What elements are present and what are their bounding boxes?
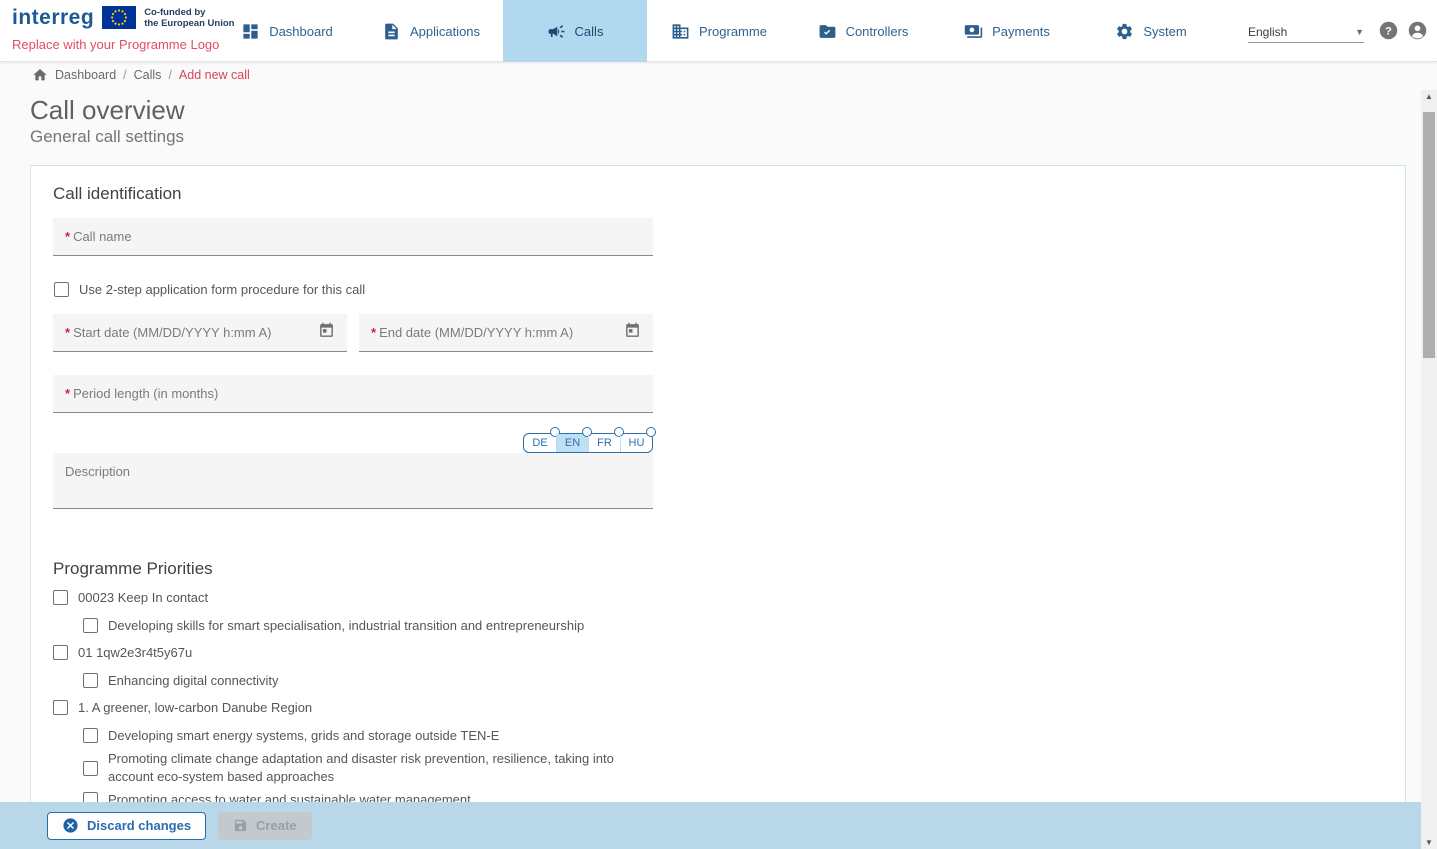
nav-item-applications[interactable]: Applications [359, 0, 503, 62]
nav-item-system[interactable]: System [1079, 0, 1223, 62]
priority-row[interactable]: 01 1qw2e3r4t5y67u [53, 644, 1405, 662]
date-fields-row: *Start date (MM/DD/YYYY h:mm A) *End dat… [53, 314, 1405, 352]
call-name-field[interactable]: *Call name [53, 218, 653, 256]
breadcrumb: Dashboard / Calls / Add new call [32, 67, 250, 83]
system-icon [1115, 22, 1134, 41]
page-subtitle: General call settings [30, 127, 184, 147]
priority-sub-row[interactable]: Developing skills for smart specialisati… [83, 617, 1405, 635]
controllers-icon [818, 22, 837, 41]
priority-checkbox[interactable] [83, 728, 98, 743]
priority-checkbox[interactable] [53, 645, 68, 660]
create-button[interactable]: Create [218, 812, 311, 840]
breadcrumb-add-new-call: Add new call [179, 68, 250, 82]
call-settings-card: Call identification *Call name Use 2-ste… [30, 165, 1406, 803]
breadcrumb-dashboard[interactable]: Dashboard [55, 68, 116, 82]
priority-checkbox[interactable] [53, 700, 68, 715]
svg-text:?: ? [1385, 25, 1392, 37]
priority-checkbox[interactable] [53, 590, 68, 605]
priority-row[interactable]: 00023 Keep In contact [53, 589, 1405, 607]
replace-logo-text: Replace with your Programme Logo [12, 37, 234, 52]
priority-sub-row[interactable]: Developing smart energy systems, grids a… [83, 727, 1405, 745]
priority-checkbox[interactable] [83, 673, 98, 688]
scroll-up-arrow[interactable]: ▲ [1421, 92, 1437, 101]
lang-tab-fr[interactable]: FR [588, 434, 620, 452]
nav-item-controllers[interactable]: Controllers [791, 0, 935, 62]
lang-status-badge [646, 427, 656, 437]
lang-tab-hu[interactable]: HU [620, 434, 652, 452]
priority-checkbox[interactable] [83, 761, 98, 776]
start-date-field[interactable]: *Start date (MM/DD/YYYY h:mm A) [53, 314, 347, 352]
two-step-checkbox[interactable] [54, 282, 69, 297]
help-icon[interactable]: ? [1378, 20, 1399, 41]
vertical-scrollbar[interactable]: ▲ ▼ [1421, 90, 1437, 849]
chevron-down-icon: ▼ [1355, 27, 1364, 37]
nav-item-calls[interactable]: Calls [503, 0, 647, 62]
section-call-identification: Call identification [53, 184, 1405, 204]
top-navigation-bar: interreg Co-funded by the European Union… [0, 0, 1437, 62]
nav-item-programme[interactable]: Programme [647, 0, 791, 62]
programme-icon [671, 22, 690, 41]
home-icon[interactable] [32, 67, 48, 83]
nav-item-payments[interactable]: Payments [935, 0, 1079, 62]
scrollbar-thumb[interactable] [1423, 112, 1435, 358]
end-date-field[interactable]: *End date (MM/DD/YYYY h:mm A) [359, 314, 653, 352]
save-icon [233, 818, 248, 833]
account-icon[interactable] [1407, 20, 1428, 41]
payments-icon [964, 22, 983, 41]
dashboard-icon [241, 22, 260, 41]
language-tabs: DE EN FR HU [523, 433, 653, 453]
description-language-tabs-row: DE EN FR HU [53, 433, 653, 453]
section-programme-priorities: Programme Priorities [53, 559, 1405, 579]
priority-sub-row[interactable]: Enhancing digital connectivity [83, 672, 1405, 690]
action-bar: Discard changes Create [0, 802, 1421, 849]
description-field[interactable]: Description [53, 453, 653, 509]
language-selector[interactable]: English ▼ [1248, 21, 1364, 43]
main-nav: Dashboard Applications Calls Programme C… [215, 0, 1223, 62]
nav-item-dashboard[interactable]: Dashboard [215, 0, 359, 62]
page-title: Call overview [30, 95, 185, 126]
discard-changes-button[interactable]: Discard changes [47, 812, 206, 840]
lang-tab-de[interactable]: DE [524, 434, 556, 452]
priority-row[interactable]: 1. A greener, low-carbon Danube Region [53, 699, 1405, 717]
applications-icon [382, 22, 401, 41]
calls-icon [547, 22, 566, 41]
lang-tab-en[interactable]: EN [556, 434, 588, 452]
eu-flag-icon [102, 6, 136, 34]
interreg-logo: interreg [12, 5, 94, 31]
cancel-icon [62, 817, 79, 834]
calendar-icon[interactable] [318, 322, 335, 344]
period-length-field[interactable]: *Period length (in months) [53, 375, 653, 413]
scroll-down-arrow[interactable]: ▼ [1421, 838, 1437, 847]
breadcrumb-calls[interactable]: Calls [134, 68, 162, 82]
priority-checkbox[interactable] [83, 618, 98, 633]
programme-logo: interreg Co-funded by the European Union… [12, 5, 234, 52]
two-step-checkbox-row[interactable]: Use 2-step application form procedure fo… [54, 281, 1405, 299]
calendar-icon[interactable] [624, 322, 641, 344]
priority-sub-row[interactable]: Promoting climate change adaptation and … [83, 750, 1405, 786]
